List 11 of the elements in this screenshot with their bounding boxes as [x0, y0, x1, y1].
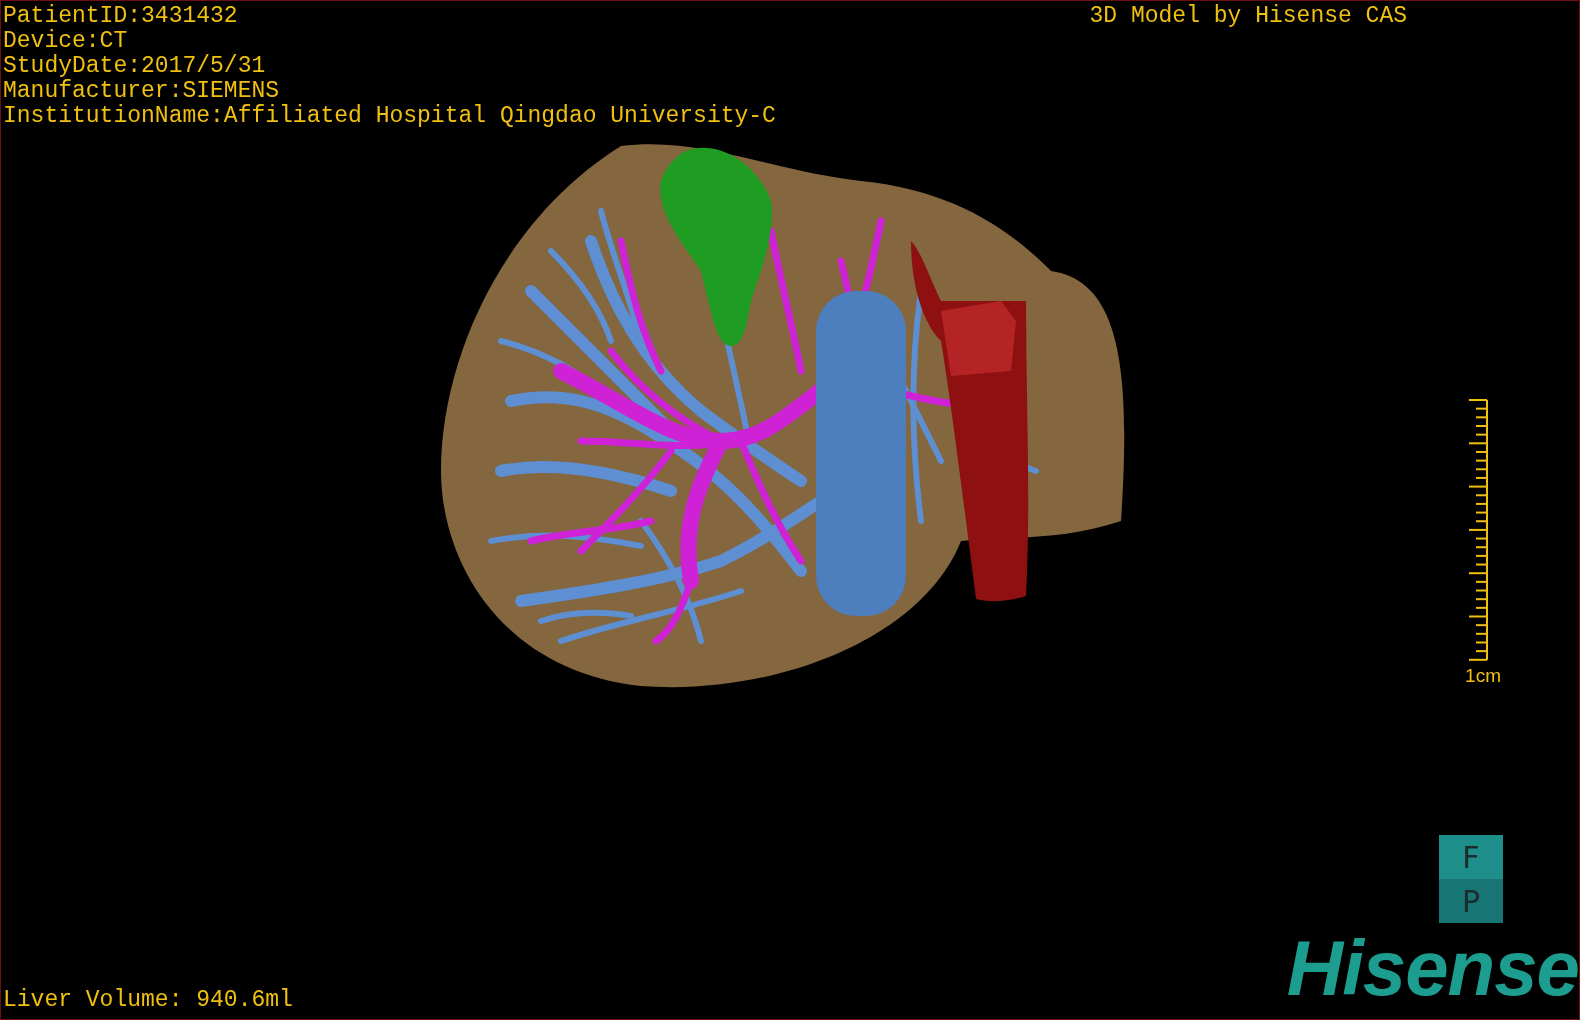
study-info-text: StudyDate:2017/5/31: [3, 54, 267, 79]
scale-bar-label: 1cm: [1465, 665, 1501, 687]
liver-volume-text: Liver Volume: 940.6ml: [2, 988, 293, 1013]
study-info-text: Manufacturer:SIEMENS: [3, 79, 281, 104]
brand-logo: Hisense: [1286, 933, 1579, 1003]
study-info-text: Device:CT: [3, 29, 129, 54]
viewer-title: 3D Model by Hisense CAS: [1089, 2, 1407, 29]
study-info-text: PatientID:3431432: [3, 4, 239, 29]
study-info-text: InstitutionName:Affiliated Hospital Qingdao University-C: [3, 104, 776, 129]
orientation-label: P: [1439, 879, 1503, 923]
orientation-label: F: [1439, 835, 1503, 879]
